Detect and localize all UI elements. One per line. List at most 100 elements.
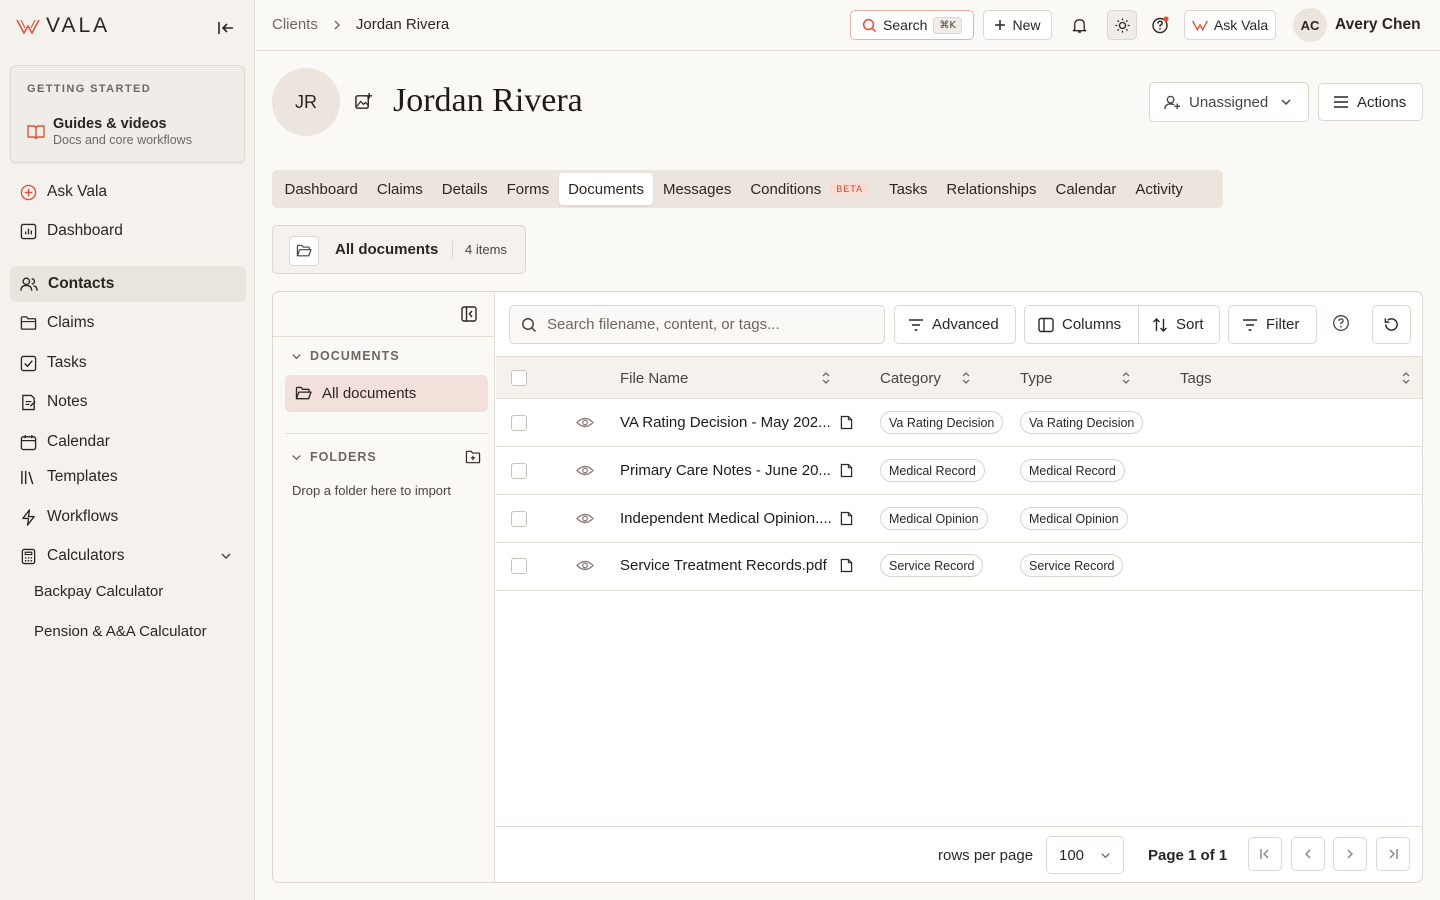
- row-checkbox[interactable]: [511, 463, 527, 479]
- folder-open-icon: [295, 386, 312, 401]
- sidebar-item-notes[interactable]: Notes: [10, 384, 246, 420]
- file-name[interactable]: Service Treatment Records.pdf: [620, 557, 827, 574]
- tab-dashboard[interactable]: Dashboard: [275, 173, 367, 205]
- row-checkbox[interactable]: [511, 558, 527, 574]
- column-category[interactable]: Category: [880, 370, 941, 387]
- sidebar-item-calculators[interactable]: Calculators: [10, 538, 246, 574]
- next-page-button[interactable]: [1333, 837, 1367, 871]
- sidebar-item-templates[interactable]: Templates: [10, 459, 246, 495]
- bolt-icon: [22, 508, 35, 526]
- sidebar-item-tasks[interactable]: Tasks: [10, 345, 246, 381]
- search-button[interactable]: Search ⌘K: [850, 10, 974, 40]
- notifications-button[interactable]: [1064, 10, 1094, 40]
- sidebar-subitem-backpay[interactable]: Backpay Calculator: [34, 583, 163, 600]
- sidebar-item-claims[interactable]: Claims: [10, 305, 246, 341]
- tab-tasks[interactable]: Tasks: [880, 173, 937, 205]
- help-button[interactable]: [1145, 10, 1175, 40]
- file-name[interactable]: Independent Medical Opinion....: [620, 510, 832, 527]
- eye-icon[interactable]: [576, 416, 594, 429]
- sidebar-item-workflows[interactable]: Workflows: [10, 499, 246, 535]
- rows-per-page-select[interactable]: 100: [1046, 836, 1124, 874]
- file-name[interactable]: Primary Care Notes - June 20...: [620, 462, 831, 479]
- new-button[interactable]: New: [983, 10, 1052, 40]
- table-row[interactable]: Primary Care Notes - June 20... Medical …: [496, 447, 1422, 495]
- breadcrumb-clients[interactable]: Clients: [272, 16, 318, 33]
- folders-section-toggle[interactable]: FOLDERS: [291, 450, 377, 464]
- plus-icon: [994, 19, 1006, 31]
- table-row[interactable]: Service Treatment Records.pdf Service Re…: [496, 543, 1422, 591]
- sidebar-item-contacts[interactable]: Contacts: [10, 266, 246, 302]
- sort-toggle-icon[interactable]: [1120, 371, 1132, 385]
- new-folder-icon[interactable]: [465, 450, 481, 464]
- client-avatar[interactable]: JR: [272, 68, 340, 136]
- sort-arrows-icon: [1152, 317, 1168, 333]
- bell-icon: [1072, 18, 1086, 33]
- tab-label: Messages: [662, 180, 732, 198]
- row-checkbox[interactable]: [511, 415, 527, 431]
- chevron-down-icon: [291, 351, 302, 362]
- sidebar-item-dashboard[interactable]: Dashboard: [10, 213, 246, 249]
- theme-toggle-button[interactable]: [1107, 10, 1137, 40]
- type-badge: Va Rating Decision: [1020, 411, 1144, 434]
- category-badge: Va Rating Decision: [880, 411, 1004, 434]
- column-type[interactable]: Type: [1020, 370, 1053, 387]
- type-badge: Medical Record: [1020, 459, 1125, 482]
- eye-icon[interactable]: [576, 464, 594, 477]
- advanced-button[interactable]: Advanced: [894, 305, 1016, 344]
- breadcrumb: Clients Jordan Rivera: [272, 16, 449, 33]
- sidebar-item-label: Dashboard: [47, 222, 123, 239]
- collapse-pane-icon[interactable]: [461, 306, 477, 322]
- all-documents-item[interactable]: All documents: [285, 375, 488, 412]
- getting-started-label: GETTING STARTED: [27, 83, 152, 95]
- user-menu[interactable]: AC Avery Chen: [1293, 8, 1421, 42]
- brand[interactable]: VALA: [16, 14, 110, 38]
- sort-toggle-icon[interactable]: [1400, 371, 1412, 385]
- assignee-dropdown[interactable]: Unassigned: [1149, 82, 1309, 122]
- help-circle-icon[interactable]: [1332, 314, 1350, 332]
- actions-button[interactable]: Actions: [1318, 83, 1423, 121]
- tab-forms[interactable]: Forms: [497, 173, 559, 205]
- ask-vala-button[interactable]: Ask Vala: [1184, 10, 1276, 40]
- tab-activity[interactable]: Activity: [1126, 173, 1193, 205]
- guides-subtitle: Docs and core workflows: [53, 133, 192, 147]
- document-search-field[interactable]: [509, 305, 885, 344]
- sort-toggle-icon[interactable]: [960, 371, 972, 385]
- column-file-name[interactable]: File Name: [620, 370, 688, 387]
- guides-link[interactable]: Guides & videos Docs and core workflows: [27, 116, 192, 148]
- file-name[interactable]: VA Rating Decision - May 202...: [620, 414, 831, 431]
- menu-icon: [1333, 95, 1349, 109]
- document-search-input[interactable]: [547, 316, 867, 333]
- sort-toggle-icon[interactable]: [820, 371, 832, 385]
- tab-documents[interactable]: Documents: [558, 173, 654, 205]
- collapse-sidebar-button[interactable]: [214, 16, 238, 40]
- tab-messages[interactable]: Messages: [653, 173, 740, 205]
- edit-photo-icon[interactable]: [354, 92, 373, 111]
- row-checkbox[interactable]: [511, 511, 527, 527]
- sidebar-item-calendar[interactable]: Calendar: [10, 424, 246, 460]
- last-page-button[interactable]: [1376, 837, 1410, 871]
- sidebar-subitem-pension[interactable]: Pension & A&A Calculator: [34, 623, 207, 640]
- eye-icon[interactable]: [576, 559, 594, 572]
- tab-details[interactable]: Details: [432, 173, 497, 205]
- previous-page-button[interactable]: [1291, 837, 1325, 871]
- first-page-button[interactable]: [1248, 837, 1282, 871]
- sidebar-item-ask-vala[interactable]: Ask Vala: [10, 174, 246, 210]
- column-tags[interactable]: Tags: [1180, 370, 1212, 387]
- tab-relationships[interactable]: Relationships: [937, 173, 1046, 205]
- client-tabs: Dashboard Claims Details Forms Documents…: [272, 170, 1223, 208]
- filter-button[interactable]: Filter: [1228, 305, 1317, 344]
- tab-conditions[interactable]: Conditions BETA: [741, 173, 880, 205]
- sort-button[interactable]: Sort: [1138, 305, 1220, 344]
- refresh-button[interactable]: [1372, 305, 1411, 344]
- checkbox-icon: [20, 355, 37, 371]
- table-row[interactable]: Independent Medical Opinion.... Medical …: [496, 495, 1422, 543]
- select-all-checkbox[interactable]: [511, 370, 527, 386]
- eye-icon[interactable]: [576, 512, 594, 525]
- documents-section-toggle[interactable]: DOCUMENTS: [291, 349, 400, 363]
- tab-claims[interactable]: Claims: [367, 173, 432, 205]
- table-row[interactable]: VA Rating Decision - May 202... Va Ratin…: [496, 399, 1422, 447]
- tab-calendar[interactable]: Calendar: [1046, 173, 1126, 205]
- columns-button[interactable]: Columns: [1024, 305, 1139, 344]
- sidebar-item-label: Calculators: [47, 547, 125, 564]
- chevron-down-icon: [291, 452, 302, 463]
